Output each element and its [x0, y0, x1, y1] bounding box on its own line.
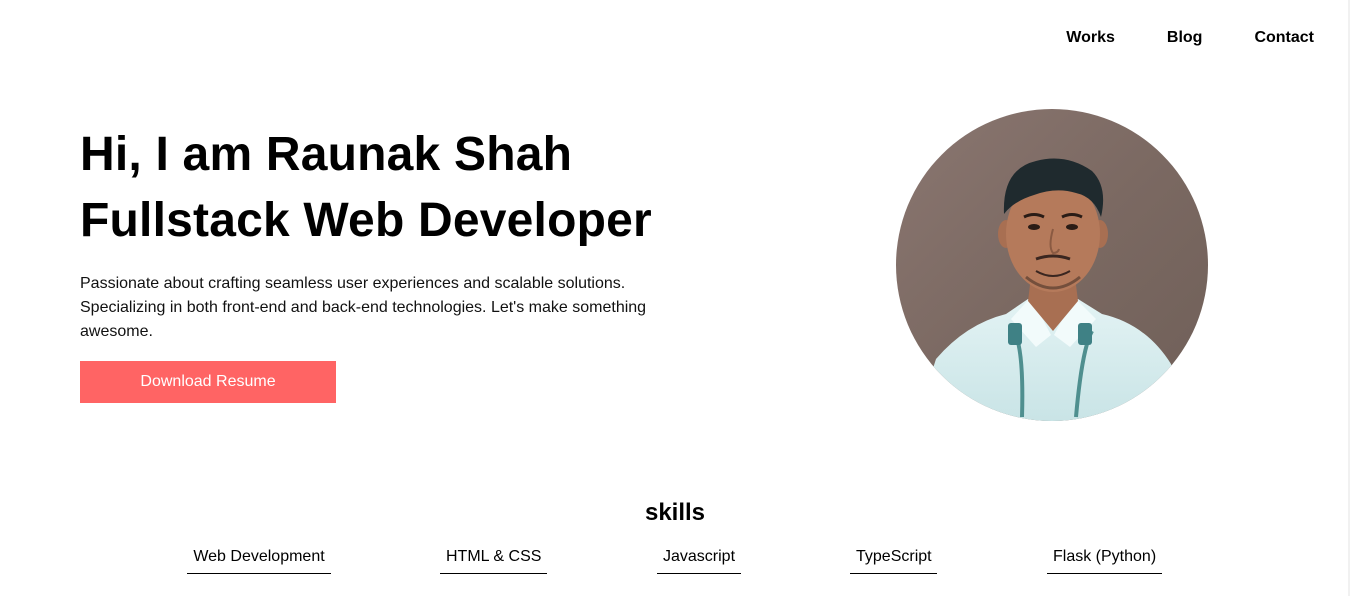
download-resume-button[interactable]: Download Resume [80, 361, 336, 403]
profile-photo [896, 109, 1208, 421]
skill-item: HTML & CSS [440, 546, 547, 574]
skill-item: Flask (Python) [1047, 546, 1162, 574]
hero-heading-line-2: Fullstack Web Developer [80, 194, 652, 247]
skills-heading: skills [644, 499, 706, 526]
skill-item: Web Development [187, 546, 331, 574]
skill-item: TypeScript [850, 546, 937, 574]
hero-heading-line-1: Hi, I am Raunak Shah [80, 128, 573, 181]
top-nav: Works Blog Contact [1014, 28, 1314, 48]
nav-link-contact[interactable]: Contact [1254, 28, 1314, 48]
hero-description: Passionate about crafting seamless user … [80, 275, 647, 340]
nav-link-blog[interactable]: Blog [1167, 28, 1203, 48]
portfolio-page: Works Blog Contact Hi, I am Raunak Shah … [0, 0, 1350, 596]
hero-heading: Hi, I am Raunak Shah Fullstack Web Devel… [80, 122, 652, 254]
nav-link-works[interactable]: Works [1066, 28, 1115, 48]
skill-item: Javascript [657, 546, 741, 574]
